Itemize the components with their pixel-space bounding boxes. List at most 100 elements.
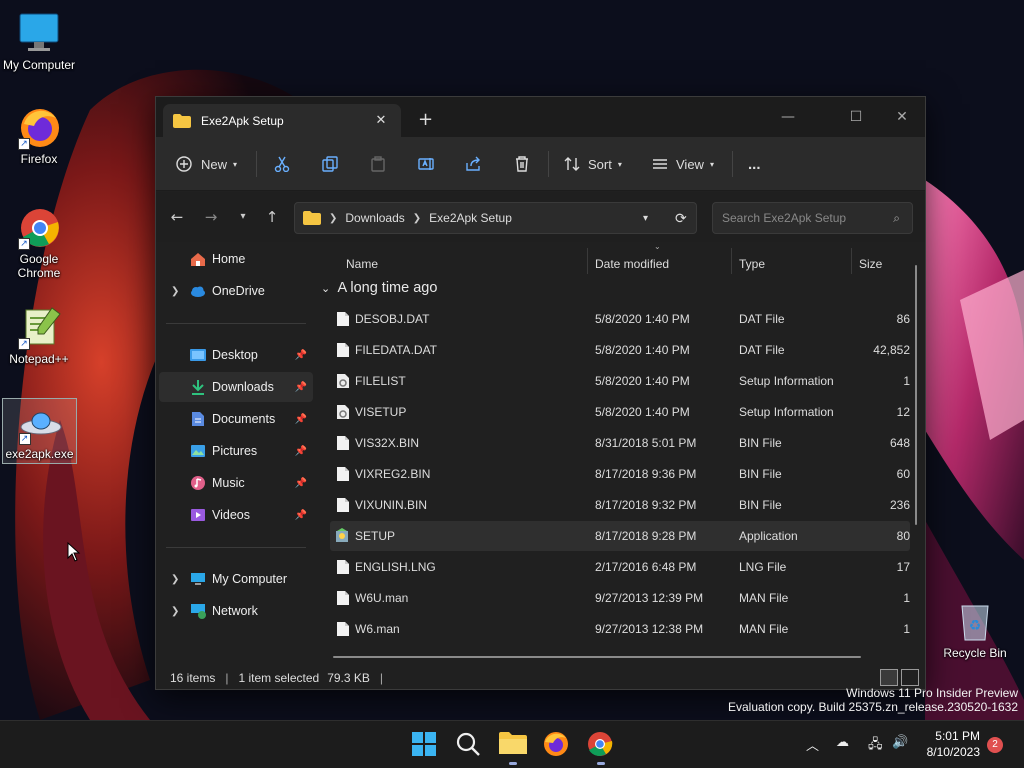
column-header-type[interactable]: Type <box>739 252 765 276</box>
sidebar-item-network[interactable]: ❯ Network <box>159 596 313 626</box>
table-row[interactable]: DESOBJ.DAT 5/8/2020 1:40 PM DAT File 86 <box>330 304 910 334</box>
firefox-taskbar-button[interactable] <box>543 731 571 759</box>
home-icon <box>191 253 205 266</box>
recent-locations-button[interactable]: ▾ <box>232 206 254 228</box>
column-header-date[interactable]: Date modified <box>595 252 669 276</box>
desktop-icon-my-computer[interactable]: My Computer <box>0 10 78 72</box>
paste-icon <box>371 156 385 172</box>
desktop-icon-notepadpp[interactable]: ↗ Notepad++ <box>0 304 78 366</box>
refresh-icon[interactable]: ⟳ <box>675 210 687 227</box>
documents-icon <box>192 412 204 426</box>
title-bar[interactable]: Exe2Apk Setup ✕ + — ☐ ✕ <box>156 97 925 137</box>
sort-button[interactable]: Sort ▾ <box>564 149 622 179</box>
column-header-size[interactable]: Size <box>859 252 882 276</box>
chevron-right-icon[interactable]: ❯ <box>171 574 179 585</box>
breadcrumb-downloads[interactable]: Downloads <box>345 211 404 225</box>
maximize-button[interactable]: ☐ <box>836 103 876 131</box>
chevron-right-icon[interactable]: ❯ <box>171 286 179 297</box>
new-button[interactable]: New ▾ <box>176 149 237 179</box>
show-hidden-icons-chevron-icon[interactable]: ︿ <box>806 735 819 754</box>
up-button[interactable]: ↑ <box>261 206 283 228</box>
tiles-view-button[interactable] <box>901 669 919 686</box>
table-row[interactable]: W6U.man 9/27/2013 12:39 PM MAN File 1 <box>330 583 910 613</box>
delete-button[interactable] <box>514 149 530 179</box>
search-icon: ⌕ <box>893 211 900 225</box>
address-bar[interactable]: ❯ Downloads ❯ Exe2Apk Setup ▾ ⟳ <box>294 202 697 234</box>
share-button[interactable] <box>466 149 482 179</box>
minimize-button[interactable]: — <box>768 103 808 131</box>
column-separator[interactable] <box>587 248 588 274</box>
onedrive-offline-icon[interactable]: ☁ <box>836 735 849 750</box>
search-taskbar-button[interactable] <box>455 731 483 759</box>
view-button[interactable]: View ▾ <box>652 149 714 179</box>
desktop-icon-chrome[interactable]: ↗ Google Chrome <box>0 204 78 280</box>
file-explorer-taskbar-button[interactable] <box>499 731 527 765</box>
table-row[interactable]: FILEDATA.DAT 5/8/2020 1:40 PM DAT File 42,8… <box>330 335 910 365</box>
desktop-icon-firefox[interactable]: ↗ Firefox <box>0 104 78 166</box>
file-icon <box>337 622 349 636</box>
sidebar-item-downloads[interactable]: Downloads 📌 <box>159 372 313 402</box>
tab-close-icon[interactable]: ✕ <box>369 113 393 128</box>
table-row[interactable]: ENGLISH.LNG 2/17/2016 6:48 PM LNG File 17 <box>330 552 910 582</box>
table-row[interactable]: VIS32X.BIN 8/31/2018 5:01 PM BIN File 648 <box>330 428 910 458</box>
selection-size: 79.3 KB <box>327 670 370 685</box>
chevron-right-icon[interactable]: ❯ <box>171 606 179 617</box>
sidebar-item-my-computer[interactable]: ❯ My Computer <box>159 564 313 594</box>
sidebar-item-music[interactable]: Music 📌 <box>159 468 313 498</box>
back-button[interactable]: ← <box>166 206 188 228</box>
horizontal-scrollbar[interactable] <box>333 656 861 658</box>
table-row[interactable]: VISETUP 5/8/2020 1:40 PM Setup Information… <box>330 397 910 427</box>
details-view-button[interactable] <box>880 669 898 686</box>
file-icon <box>337 343 349 357</box>
paste-button[interactable] <box>370 149 386 179</box>
file-icon <box>337 560 349 574</box>
notification-badge[interactable]: 2 <box>987 737 1003 753</box>
table-row[interactable]: VIXUNIN.BIN 8/17/2018 9:32 PM BIN File 236 <box>330 490 910 520</box>
chrome-taskbar-button[interactable] <box>587 731 615 765</box>
sidebar-item-desktop[interactable]: Desktop 📌 <box>159 340 313 370</box>
network-tray-icon[interactable]: 🖧 <box>868 735 883 757</box>
recycle-bin-icon: ♻ <box>952 598 998 644</box>
desktop-icon-exe2apk[interactable]: ↗ exe2apk.exe <box>2 398 77 464</box>
address-dropdown-icon[interactable]: ▾ <box>643 213 648 224</box>
desktop-icon-label: Notepad++ <box>9 352 69 366</box>
folder-icon <box>173 113 191 128</box>
breadcrumb-exe2apk-setup[interactable]: Exe2Apk Setup <box>429 211 512 225</box>
more-options-button[interactable]: ... <box>748 149 761 179</box>
table-row[interactable]: FILELIST 5/8/2020 1:40 PM Setup Informatio… <box>330 366 910 396</box>
copy-icon <box>322 156 338 172</box>
tab-exe2apk-setup[interactable]: Exe2Apk Setup ✕ <box>163 104 401 137</box>
vertical-scrollbar[interactable] <box>915 265 917 525</box>
sidebar-item-home[interactable]: Home <box>159 244 313 274</box>
cut-button[interactable] <box>274 149 290 179</box>
forward-button[interactable]: → <box>200 206 222 228</box>
table-row[interactable]: SETUP 8/17/2018 9:28 PM Application 80 <box>330 521 910 551</box>
search-input[interactable]: Search Exe2Apk Setup ⌕ <box>712 202 913 234</box>
column-separator[interactable] <box>851 248 852 274</box>
column-header-name[interactable]: Name <box>346 252 378 276</box>
close-window-button[interactable]: ✕ <box>882 103 922 131</box>
sidebar-item-videos[interactable]: Videos 📌 <box>159 500 313 530</box>
sidebar-item-documents[interactable]: Documents 📌 <box>159 404 313 434</box>
copy-button[interactable] <box>322 149 338 179</box>
file-date-modified: 8/17/2018 9:32 PM <box>595 498 697 512</box>
new-tab-button[interactable]: + <box>418 109 433 130</box>
clock[interactable]: 5:01 PM 8/10/2023 <box>927 728 980 760</box>
group-header[interactable]: ⌄ A long time ago <box>321 280 437 296</box>
chrome-icon <box>588 732 613 756</box>
column-separator[interactable] <box>731 248 732 274</box>
table-row[interactable]: VIXREG2.BIN 8/17/2018 9:36 PM BIN File 60 <box>330 459 910 489</box>
sidebar-item-pictures[interactable]: Pictures 📌 <box>159 436 313 466</box>
file-name: VIXUNIN.BIN <box>355 498 428 512</box>
volume-icon[interactable]: 🔊 <box>892 735 908 750</box>
desktop-icon-recycle-bin[interactable]: ♻ Recycle Bin <box>936 598 1014 660</box>
rename-button[interactable] <box>418 149 434 179</box>
shortcut-arrow-icon: ↗ <box>18 138 30 150</box>
file-date-modified: 9/27/2013 12:38 PM <box>595 622 704 636</box>
sidebar-item-onedrive[interactable]: ❯ OneDrive <box>159 276 313 306</box>
file-explorer-window[interactable]: Exe2Apk Setup ✕ + — ☐ ✕ New ▾ Sort ▾ Vie… <box>155 96 926 690</box>
file-size: 1 <box>903 622 910 636</box>
table-row[interactable]: W6.man 9/27/2013 12:38 PM MAN File 1 <box>330 614 910 644</box>
start-button[interactable] <box>411 731 439 759</box>
tab-title: Exe2Apk Setup <box>201 113 284 128</box>
